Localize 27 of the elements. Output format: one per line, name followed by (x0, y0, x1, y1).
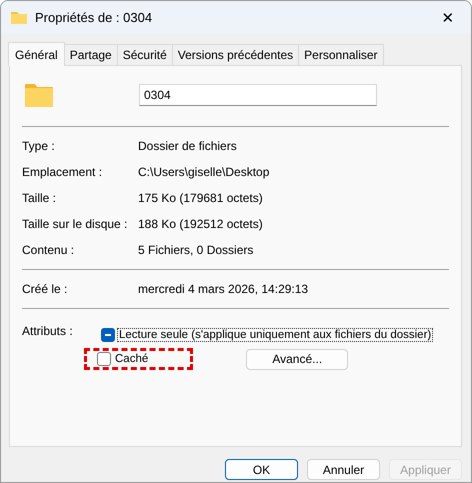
window-title: Propriétés de : 0304 (35, 10, 154, 25)
property-value: C:\Users\giselle\Desktop (138, 165, 270, 179)
tab[interactable]: Général (8, 42, 65, 66)
tab[interactable]: Personnaliser (298, 44, 384, 65)
property-value: 175 Ko (179681 octets) (138, 191, 263, 205)
property-value: mercredi 4 mars 2026, 14:29:13 (138, 282, 308, 296)
property-value: 188 Ko (192512 octets) (138, 217, 263, 231)
checkbox-label: Lecture seule (s'applique uniquement aux fichiers du dossier) (117, 328, 434, 342)
property-label: Taille : (22, 191, 58, 205)
property-value: 5 Fichiers, 0 Dossiers (138, 243, 254, 257)
folder-icon (25, 84, 53, 106)
checkbox[interactable] (101, 328, 115, 342)
property-label: Créé le : (22, 282, 68, 296)
dialog-button[interactable]: Annuler (307, 459, 380, 480)
close-button[interactable]: ✕ (425, 8, 471, 26)
checkbox[interactable] (97, 352, 111, 366)
dialog-button[interactable]: OK (225, 459, 298, 480)
attributes-label: Attributs : (22, 323, 74, 340)
folder-icon (11, 11, 27, 24)
property-value: Dossier de fichiers (138, 139, 237, 153)
property-label: Contenu : (22, 243, 76, 257)
property-label: Type : (22, 139, 56, 153)
property-label: Emplacement : (22, 165, 104, 179)
property-label: Taille sur le disque : (22, 217, 128, 231)
name-field[interactable]: 0304 (139, 84, 377, 106)
advanced-button[interactable]: Avancé... (246, 348, 348, 370)
checkbox-label: Caché (114, 352, 150, 366)
